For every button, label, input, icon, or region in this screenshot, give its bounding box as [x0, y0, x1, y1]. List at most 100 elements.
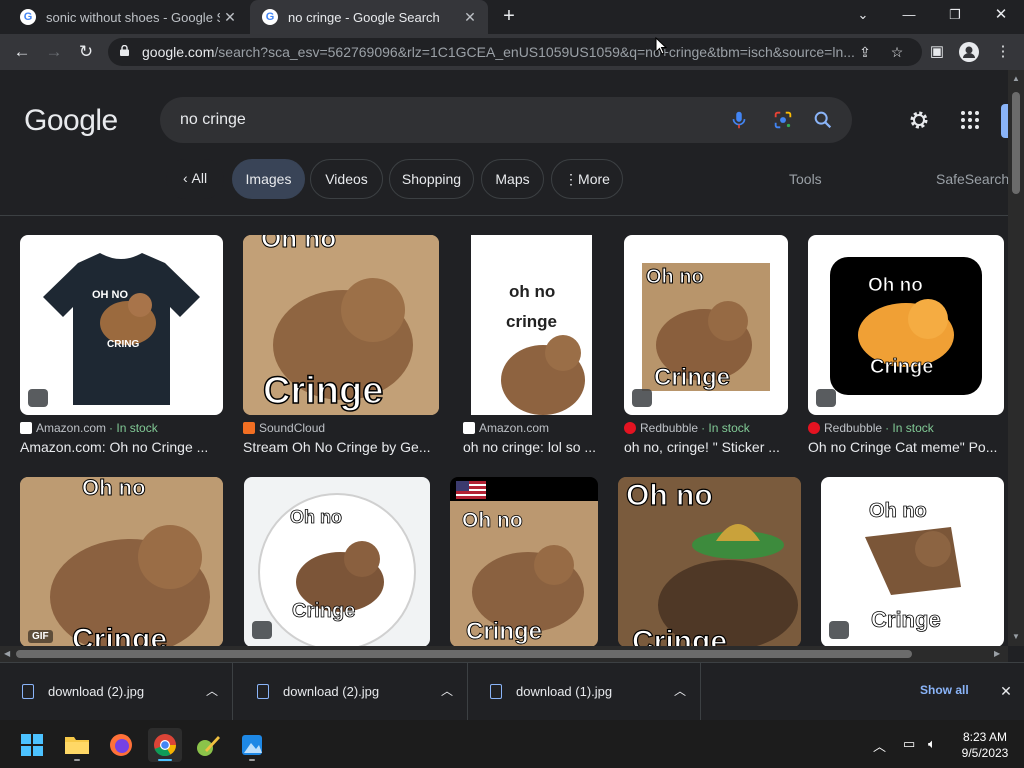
- search-icon[interactable]: [812, 109, 834, 131]
- new-tab-button[interactable]: +: [498, 5, 520, 27]
- google-logo[interactable]: Google: [24, 104, 118, 138]
- share-icon[interactable]: ⇪: [856, 43, 874, 61]
- vertical-scrollbar[interactable]: ▲ ▼: [1008, 70, 1024, 646]
- result-caption[interactable]: oh no, cringe! " Sticker ...: [624, 439, 788, 455]
- windows-logo-icon: [21, 734, 43, 756]
- result-thumbnail[interactable]: Oh no Cringe GIF: [20, 477, 223, 646]
- search-input[interactable]: [180, 109, 700, 131]
- result-source: Amazon.com · In stock: [20, 421, 223, 435]
- close-shelf-icon[interactable]: ✕: [996, 681, 1016, 701]
- google-favicon-icon: G: [20, 9, 36, 25]
- scroll-left-icon[interactable]: ◀: [4, 649, 10, 658]
- google-apps-icon[interactable]: [958, 108, 982, 132]
- soundcloud-favicon-icon: [243, 422, 255, 434]
- chip-maps[interactable]: Maps: [481, 159, 544, 199]
- image-result-4[interactable]: Oh no Cringe Redbubble · In stock oh no, …: [624, 235, 788, 465]
- browser-window: G sonic without shoes - Google Search ✕ …: [0, 0, 1024, 768]
- svg-text:Cringe: Cringe: [871, 607, 941, 632]
- close-window-button[interactable]: ✕: [986, 4, 1016, 26]
- image-result-8[interactable]: Oh no Cringe: [450, 477, 598, 646]
- redbubble-favicon-icon: [624, 422, 636, 434]
- microphone-icon[interactable]: [728, 109, 750, 131]
- chip-all[interactable]: ‹ All: [166, 159, 224, 199]
- result-thumbnail[interactable]: Oh no Cringe: [618, 477, 801, 646]
- minimize-button[interactable]: —: [894, 4, 924, 26]
- result-thumbnail[interactable]: Oh no Cringe: [244, 477, 430, 646]
- result-thumbnail[interactable]: Oh no Cringe: [624, 235, 788, 415]
- chip-shopping[interactable]: Shopping: [389, 159, 474, 199]
- download-item[interactable]: download (2).jpg ︿: [0, 663, 233, 721]
- tab-search-chevron-icon[interactable]: ⌄: [848, 4, 878, 26]
- side-panel-icon[interactable]: ▣: [926, 41, 948, 63]
- image-result-10[interactable]: Oh no Cringe: [821, 477, 1004, 646]
- scroll-down-icon[interactable]: ▼: [1012, 632, 1020, 641]
- result-thumbnail[interactable]: oh no cringe: [471, 235, 592, 415]
- profile-avatar-icon[interactable]: [958, 41, 980, 63]
- show-all-downloads-button[interactable]: Show all: [920, 683, 969, 697]
- image-file-icon: [22, 684, 34, 699]
- clock-date: 9/5/2023: [961, 746, 1009, 760]
- chip-videos[interactable]: Videos: [310, 159, 383, 199]
- account-avatar-edge[interactable]: [1001, 104, 1008, 138]
- result-caption[interactable]: oh no cringe: lol so ...: [463, 439, 609, 455]
- start-button[interactable]: [15, 728, 49, 762]
- horizontal-scroll-thumb[interactable]: [16, 650, 912, 658]
- network-icon[interactable]: ▭: [903, 736, 915, 752]
- volume-icon[interactable]: 🔈︎: [928, 736, 936, 752]
- image-result-3[interactable]: oh no cringe Amazon.com oh no cringe: lo…: [463, 235, 609, 465]
- chevron-up-icon[interactable]: ︿: [439, 681, 455, 701]
- paint-tool-app[interactable]: [191, 728, 225, 762]
- chip-more[interactable]: ⋮More: [551, 159, 623, 199]
- close-tab-icon[interactable]: ✕: [220, 9, 240, 26]
- image-result-1[interactable]: OH NO CRING Amazon.com · In stock Amazon.…: [20, 235, 223, 465]
- running-indicator: [158, 759, 172, 761]
- show-hidden-icons-chevron[interactable]: ︿: [873, 736, 886, 755]
- scroll-up-icon[interactable]: ▲: [1012, 74, 1020, 83]
- settings-gear-icon[interactable]: [907, 108, 931, 132]
- result-thumbnail[interactable]: Oh no Cringe: [450, 477, 598, 646]
- close-tab-icon[interactable]: ✕: [460, 9, 480, 26]
- chevron-up-icon[interactable]: ︿: [672, 681, 688, 701]
- system-clock[interactable]: 8:23 AM 9/5/2023: [952, 729, 1018, 761]
- chrome-app[interactable]: [148, 728, 182, 762]
- svg-text:Cringe: Cringe: [72, 623, 167, 646]
- forward-button[interactable]: →: [42, 40, 66, 64]
- back-button[interactable]: ←: [10, 40, 34, 64]
- tab-sonic-without-shoes[interactable]: G sonic without shoes - Google Search ✕: [8, 0, 248, 34]
- file-explorer-app[interactable]: [60, 728, 94, 762]
- result-thumbnail[interactable]: Oh no Cringe: [821, 477, 1004, 646]
- download-item[interactable]: download (1).jpg ︿: [468, 663, 701, 721]
- result-caption[interactable]: Oh no Cringe Cat meme" Po...: [808, 439, 1004, 455]
- image-result-5[interactable]: Oh no Cringe Redbubble · In stock Oh no C…: [808, 235, 1004, 465]
- scroll-right-icon[interactable]: ▶: [994, 649, 1000, 658]
- tab-no-cringe[interactable]: G no cringe - Google Search ✕: [250, 0, 488, 34]
- safesearch-button[interactable]: SafeSearch: [936, 159, 1008, 199]
- result-caption[interactable]: Stream Oh No Cringe by Ge...: [243, 439, 439, 455]
- svg-text:Cringe: Cringe: [870, 356, 933, 378]
- bookmark-star-icon[interactable]: ☆: [888, 43, 906, 61]
- photos-app[interactable]: [235, 728, 269, 762]
- vertical-scroll-thumb[interactable]: [1012, 92, 1020, 194]
- result-thumbnail[interactable]: Oh no Cringe: [808, 235, 1004, 415]
- horizontal-scrollbar[interactable]: ◀ ▶: [0, 646, 1008, 662]
- cat-sticker-image: Oh no Cringe: [865, 500, 961, 632]
- firefox-app[interactable]: [104, 728, 138, 762]
- image-result-9[interactable]: Oh no Cringe: [618, 477, 801, 646]
- image-result-6[interactable]: Oh no Cringe GIF: [20, 477, 223, 646]
- address-bar[interactable]: google.com/search?sca_esv=562769096&rlz=…: [108, 38, 922, 66]
- google-lens-icon[interactable]: [772, 109, 794, 131]
- browser-menu-icon[interactable]: ⋮: [992, 41, 1014, 63]
- chip-images[interactable]: Images: [232, 159, 305, 199]
- tab-title: no cringe - Google Search: [288, 9, 440, 25]
- result-thumbnail[interactable]: OH NO CRING: [20, 235, 223, 415]
- reload-button[interactable]: ↻: [74, 40, 98, 64]
- chevron-up-icon[interactable]: ︿: [204, 681, 220, 701]
- image-result-7[interactable]: Oh no Cringe: [244, 477, 430, 646]
- image-result-2[interactable]: Oh no Cringe SoundCloud Stream Oh No Cri…: [243, 235, 439, 465]
- restore-button[interactable]: ❐: [940, 4, 970, 26]
- result-thumbnail[interactable]: Oh no Cringe: [243, 235, 439, 415]
- download-item[interactable]: download (2).jpg ︿: [235, 663, 468, 721]
- sombrero-cat-image: Oh no Cringe: [618, 477, 801, 646]
- result-caption[interactable]: Amazon.com: Oh no Cringe ...: [20, 439, 223, 455]
- tools-button[interactable]: Tools: [789, 159, 822, 199]
